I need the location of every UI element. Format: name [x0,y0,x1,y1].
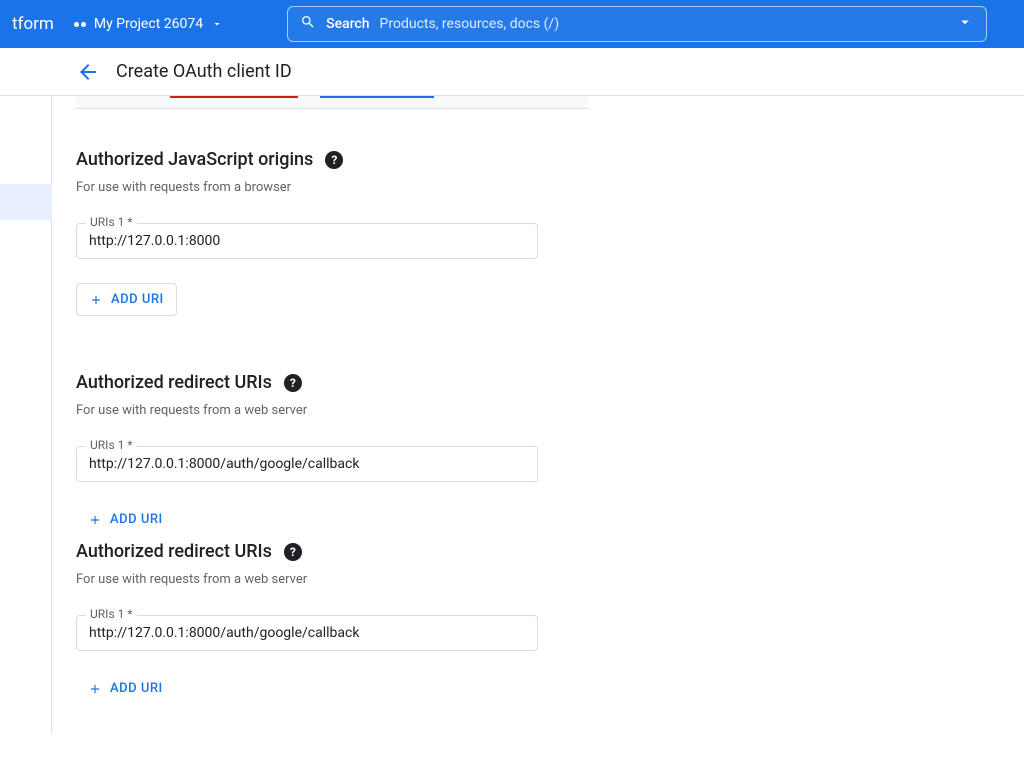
redirect-uris-section: Authorized redirect URIs ? For use with … [76,372,588,535]
help-icon[interactable]: ? [284,374,302,392]
field-label: URIs 1 * [86,607,137,621]
section-desc: For use with requests from a browser [76,180,588,195]
section-title: Authorized JavaScript origins [76,149,313,170]
help-icon[interactable]: ? [325,151,343,169]
search-box[interactable]: Search Products, resources, docs (/) [287,6,987,42]
page-title: Create OAuth client ID [116,61,292,82]
add-uri-label: ADD URI [110,512,163,527]
section-desc: For use with requests from a web server [76,572,588,587]
plus-icon [88,682,102,696]
back-arrow-button[interactable] [76,60,100,84]
js-origins-section: Authorized JavaScript origins ? For use … [76,149,588,316]
add-uri-label: ADD URI [111,292,164,307]
uri-field: URIs 1 * [76,615,588,651]
uri-input[interactable] [76,223,538,259]
chevron-down-icon[interactable] [956,13,974,35]
add-uri-label: ADD URI [110,681,163,696]
project-icon [74,22,86,27]
search-container: Search Products, resources, docs (/) [287,6,987,42]
plus-icon [89,293,103,307]
uri-input[interactable] [76,615,538,651]
redirect-uris-section-dup: Authorized redirect URIs ? For use with … [76,541,588,704]
help-icon[interactable]: ? [284,543,302,561]
uri-field: URIs 1 * [76,446,588,482]
section-title: Authorized redirect URIs [76,541,272,562]
section-title: Authorized redirect URIs [76,372,272,393]
top-bar: tform My Project 26074 Search Products, … [0,0,1024,48]
search-placeholder: Products, resources, docs (/) [380,16,560,32]
project-selector[interactable]: My Project 26074 [74,16,223,32]
project-name: My Project 26074 [94,16,203,32]
collapsed-section [76,96,588,109]
chevron-down-icon [211,18,223,30]
platform-label: tform [12,14,54,34]
left-nav-rail [0,96,52,734]
field-label: URIs 1 * [86,438,137,452]
sub-header: Create OAuth client ID [0,48,1024,96]
search-label: Search [326,16,369,32]
section-desc: For use with requests from a web server [76,403,588,418]
uri-field: URIs 1 * [76,223,588,259]
main-content: Authorized JavaScript origins ? For use … [52,96,612,760]
search-icon [300,14,316,34]
uri-input[interactable] [76,446,538,482]
add-uri-button[interactable]: ADD URI [76,283,177,316]
add-uri-button[interactable]: ADD URI [76,675,175,704]
plus-icon [88,513,102,527]
add-uri-button[interactable]: ADD URI [76,506,175,535]
nav-active-indicator[interactable] [0,184,52,220]
field-label: URIs 1 * [86,215,137,229]
